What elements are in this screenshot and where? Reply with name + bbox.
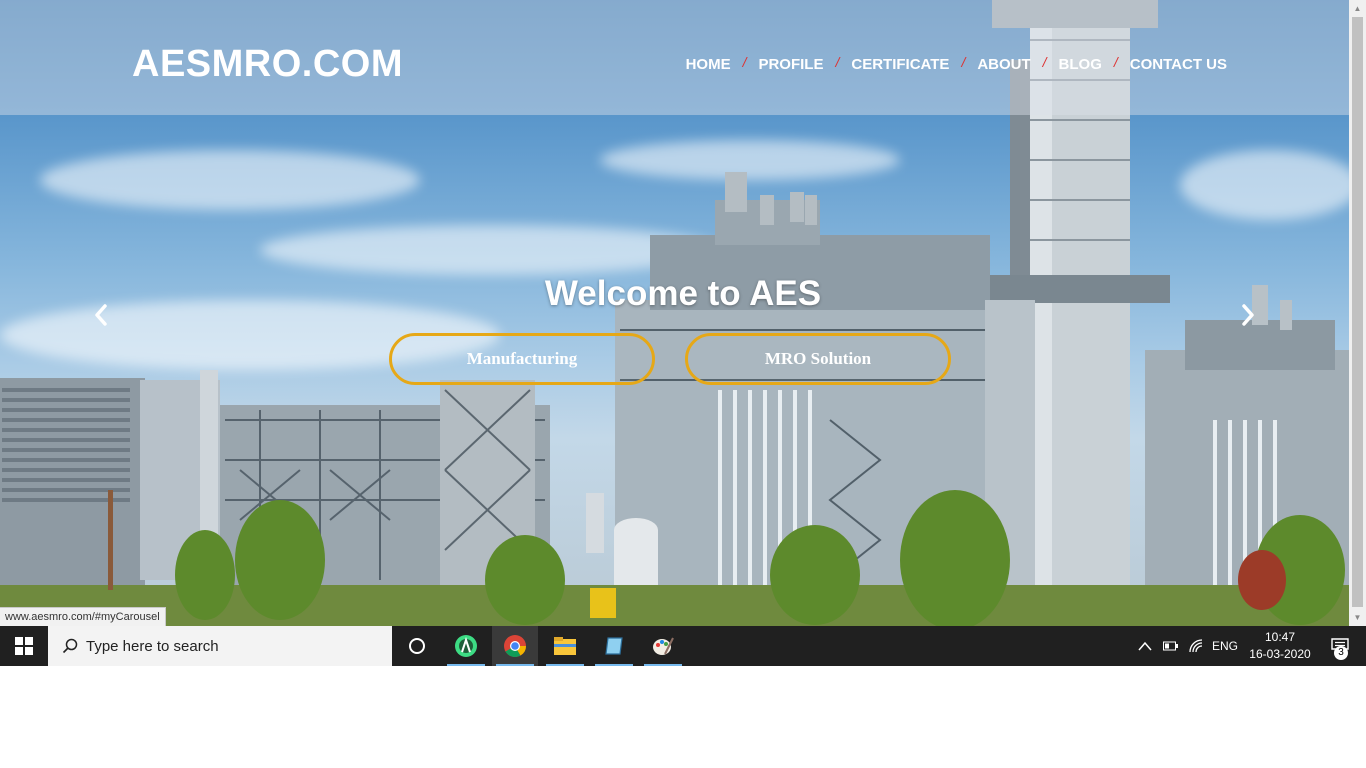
taskbar-app-chrome[interactable] — [492, 626, 538, 666]
site-logo[interactable]: AESMRO.COM — [132, 43, 403, 86]
chevron-right-icon — [1242, 304, 1254, 326]
show-hidden-icons-button[interactable] — [1138, 626, 1152, 666]
nav-separator: / — [835, 53, 840, 70]
clock-date: 16-03-2020 — [1249, 647, 1311, 661]
language-indicator[interactable]: ENG — [1212, 626, 1238, 666]
carousel-prev-button[interactable] — [94, 304, 108, 333]
running-indicator — [447, 664, 485, 666]
battery-button[interactable] — [1163, 626, 1179, 666]
android-studio-icon — [455, 635, 477, 657]
windows-taskbar: Type here to search ENG 10:47 16-03-2020… — [0, 626, 1366, 666]
paint-icon — [653, 637, 674, 655]
file-explorer-icon — [554, 637, 576, 655]
vertical-scrollbar[interactable]: ▲ ▼ — [1349, 0, 1366, 626]
nav-about[interactable]: ABOUT — [977, 56, 1030, 73]
network-button[interactable] — [1188, 626, 1204, 666]
running-indicator — [595, 664, 633, 666]
notification-count-badge: 3 — [1334, 646, 1348, 660]
nav-certificate[interactable]: CERTIFICATE — [851, 56, 949, 73]
chevron-left-icon — [95, 304, 107, 326]
hero-title: Welcome to AES — [544, 274, 822, 313]
clock[interactable]: 10:47 16-03-2020 — [1240, 629, 1320, 663]
nav-home[interactable]: HOME — [686, 56, 731, 73]
chrome-icon — [504, 635, 526, 657]
browser-status-url: www.aesmro.com/#myCarousel — [0, 607, 166, 626]
wifi-icon — [1189, 639, 1203, 653]
taskbar-app-paint[interactable] — [640, 626, 686, 666]
nav-separator: / — [742, 53, 747, 70]
nav-separator: / — [961, 53, 966, 70]
mro-solution-button-label: MRO Solution — [764, 349, 872, 368]
main-nav: HOME / PROFILE / CERTIFICATE / ABOUT / B… — [686, 53, 1227, 74]
search-placeholder: Type here to search — [86, 637, 219, 655]
nav-separator: / — [1113, 53, 1118, 70]
chevron-up-icon — [1138, 641, 1152, 651]
site-header: AESMRO.COM HOME / PROFILE / CERTIFICATE … — [0, 0, 1349, 115]
notepad-icon — [605, 637, 623, 655]
cortana-icon — [409, 638, 425, 654]
running-indicator — [644, 664, 682, 666]
scrollbar-thumb[interactable] — [1352, 17, 1363, 607]
scroll-up-arrow-icon[interactable]: ▲ — [1349, 0, 1366, 17]
windows-logo-icon — [15, 637, 33, 655]
nav-separator: / — [1042, 53, 1047, 70]
taskbar-app-notepad[interactable] — [591, 626, 637, 666]
start-button[interactable] — [0, 626, 48, 666]
taskbar-app-android-studio[interactable] — [443, 626, 489, 666]
nav-blog[interactable]: BLOG — [1059, 56, 1102, 73]
taskbar-search-box[interactable]: Type here to search — [48, 626, 392, 666]
scroll-down-arrow-icon[interactable]: ▼ — [1349, 609, 1366, 626]
taskbar-app-file-explorer[interactable] — [542, 626, 588, 666]
nav-contact-us[interactable]: CONTACT US — [1130, 56, 1227, 73]
clock-time: 10:47 — [1264, 630, 1296, 644]
battery-icon — [1163, 641, 1178, 651]
hero-carousel: AESMRO.COM HOME / PROFILE / CERTIFICATE … — [0, 0, 1349, 626]
search-icon — [62, 638, 78, 654]
cortana-button[interactable] — [394, 626, 440, 666]
running-indicator — [546, 664, 584, 666]
manufacturing-button-label: Manufacturing — [466, 349, 578, 368]
manufacturing-button[interactable]: Manufacturing — [389, 333, 655, 385]
nav-profile[interactable]: PROFILE — [758, 56, 823, 73]
mro-solution-button[interactable]: MRO Solution — [685, 333, 951, 385]
running-indicator — [496, 664, 534, 666]
carousel-next-button[interactable] — [1241, 304, 1255, 333]
